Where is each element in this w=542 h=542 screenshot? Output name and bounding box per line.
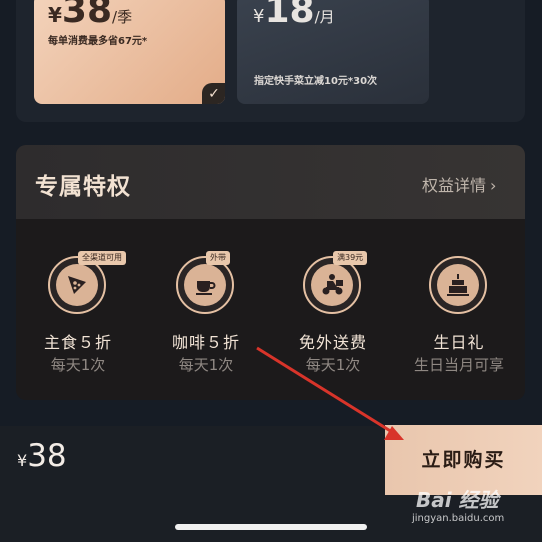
baidu-watermark: Bai 经验 jingyan.baidu.com bbox=[412, 488, 505, 524]
check-icon: ✓ bbox=[202, 83, 225, 104]
total-price: ¥38 bbox=[17, 438, 67, 474]
benefits-panel: 专属特权 权益详情 › 全渠道可用 主食５折 每天1次 外带 咖啡５折 每天1次… bbox=[16, 145, 525, 400]
benefit-subtitle: 每天1次 bbox=[178, 356, 234, 374]
total-amount: 38 bbox=[27, 438, 67, 474]
benefits-details-link[interactable]: 权益详情 › bbox=[422, 172, 496, 196]
benefit-tag: 全渠道可用 bbox=[78, 251, 126, 265]
benefits-title: 专属特权 bbox=[35, 174, 131, 200]
benefit-tag: 满39元 bbox=[333, 251, 368, 265]
plan-price: ¥38/季 bbox=[48, 0, 132, 31]
plan-description: 指定快手菜立减10元*30次 bbox=[254, 76, 378, 87]
benefit-title: 免外送费 bbox=[298, 333, 367, 352]
birthday-cake-icon bbox=[437, 264, 479, 306]
benefit-item-staple[interactable]: 全渠道可用 主食５折 每天1次 bbox=[16, 251, 140, 391]
benefit-title: 生日礼 bbox=[433, 333, 485, 352]
benefit-tag: 外带 bbox=[206, 251, 230, 265]
plan-card-quarterly[interactable]: ¥38/季 每单消费最多省67元* ✓ bbox=[34, 0, 225, 104]
benefit-title: 咖啡５折 bbox=[171, 333, 240, 352]
home-indicator[interactable] bbox=[175, 524, 367, 530]
pizza-icon bbox=[56, 264, 98, 306]
benefit-title: 主食５折 bbox=[43, 333, 112, 352]
benefit-subtitle: 每天1次 bbox=[50, 356, 106, 374]
plan-description: 每单消费最多省67元* bbox=[48, 36, 148, 47]
plan-price-amount: 18 bbox=[264, 0, 315, 31]
benefit-subtitle: 生日当月可享 bbox=[413, 356, 504, 374]
coffee-cup-icon bbox=[184, 264, 226, 306]
benefit-item-coffee[interactable]: 外带 咖啡５折 每天1次 bbox=[144, 251, 268, 391]
benefits-header: 专属特权 权益详情 › bbox=[16, 145, 525, 219]
chevron-right-icon: › bbox=[490, 176, 497, 195]
benefit-subtitle: 每天1次 bbox=[305, 356, 361, 374]
plan-price: ¥18/月 bbox=[253, 0, 335, 31]
benefit-item-delivery[interactable]: 满39元 免外送费 每天1次 bbox=[271, 251, 395, 391]
plan-card-monthly[interactable]: ¥18/月 指定快手菜立减10元*30次 bbox=[237, 0, 429, 104]
delivery-scooter-icon bbox=[311, 264, 353, 306]
plan-price-amount: 38 bbox=[61, 0, 113, 31]
benefit-item-birthday[interactable]: 生日礼 生日当月可享 bbox=[397, 251, 521, 391]
